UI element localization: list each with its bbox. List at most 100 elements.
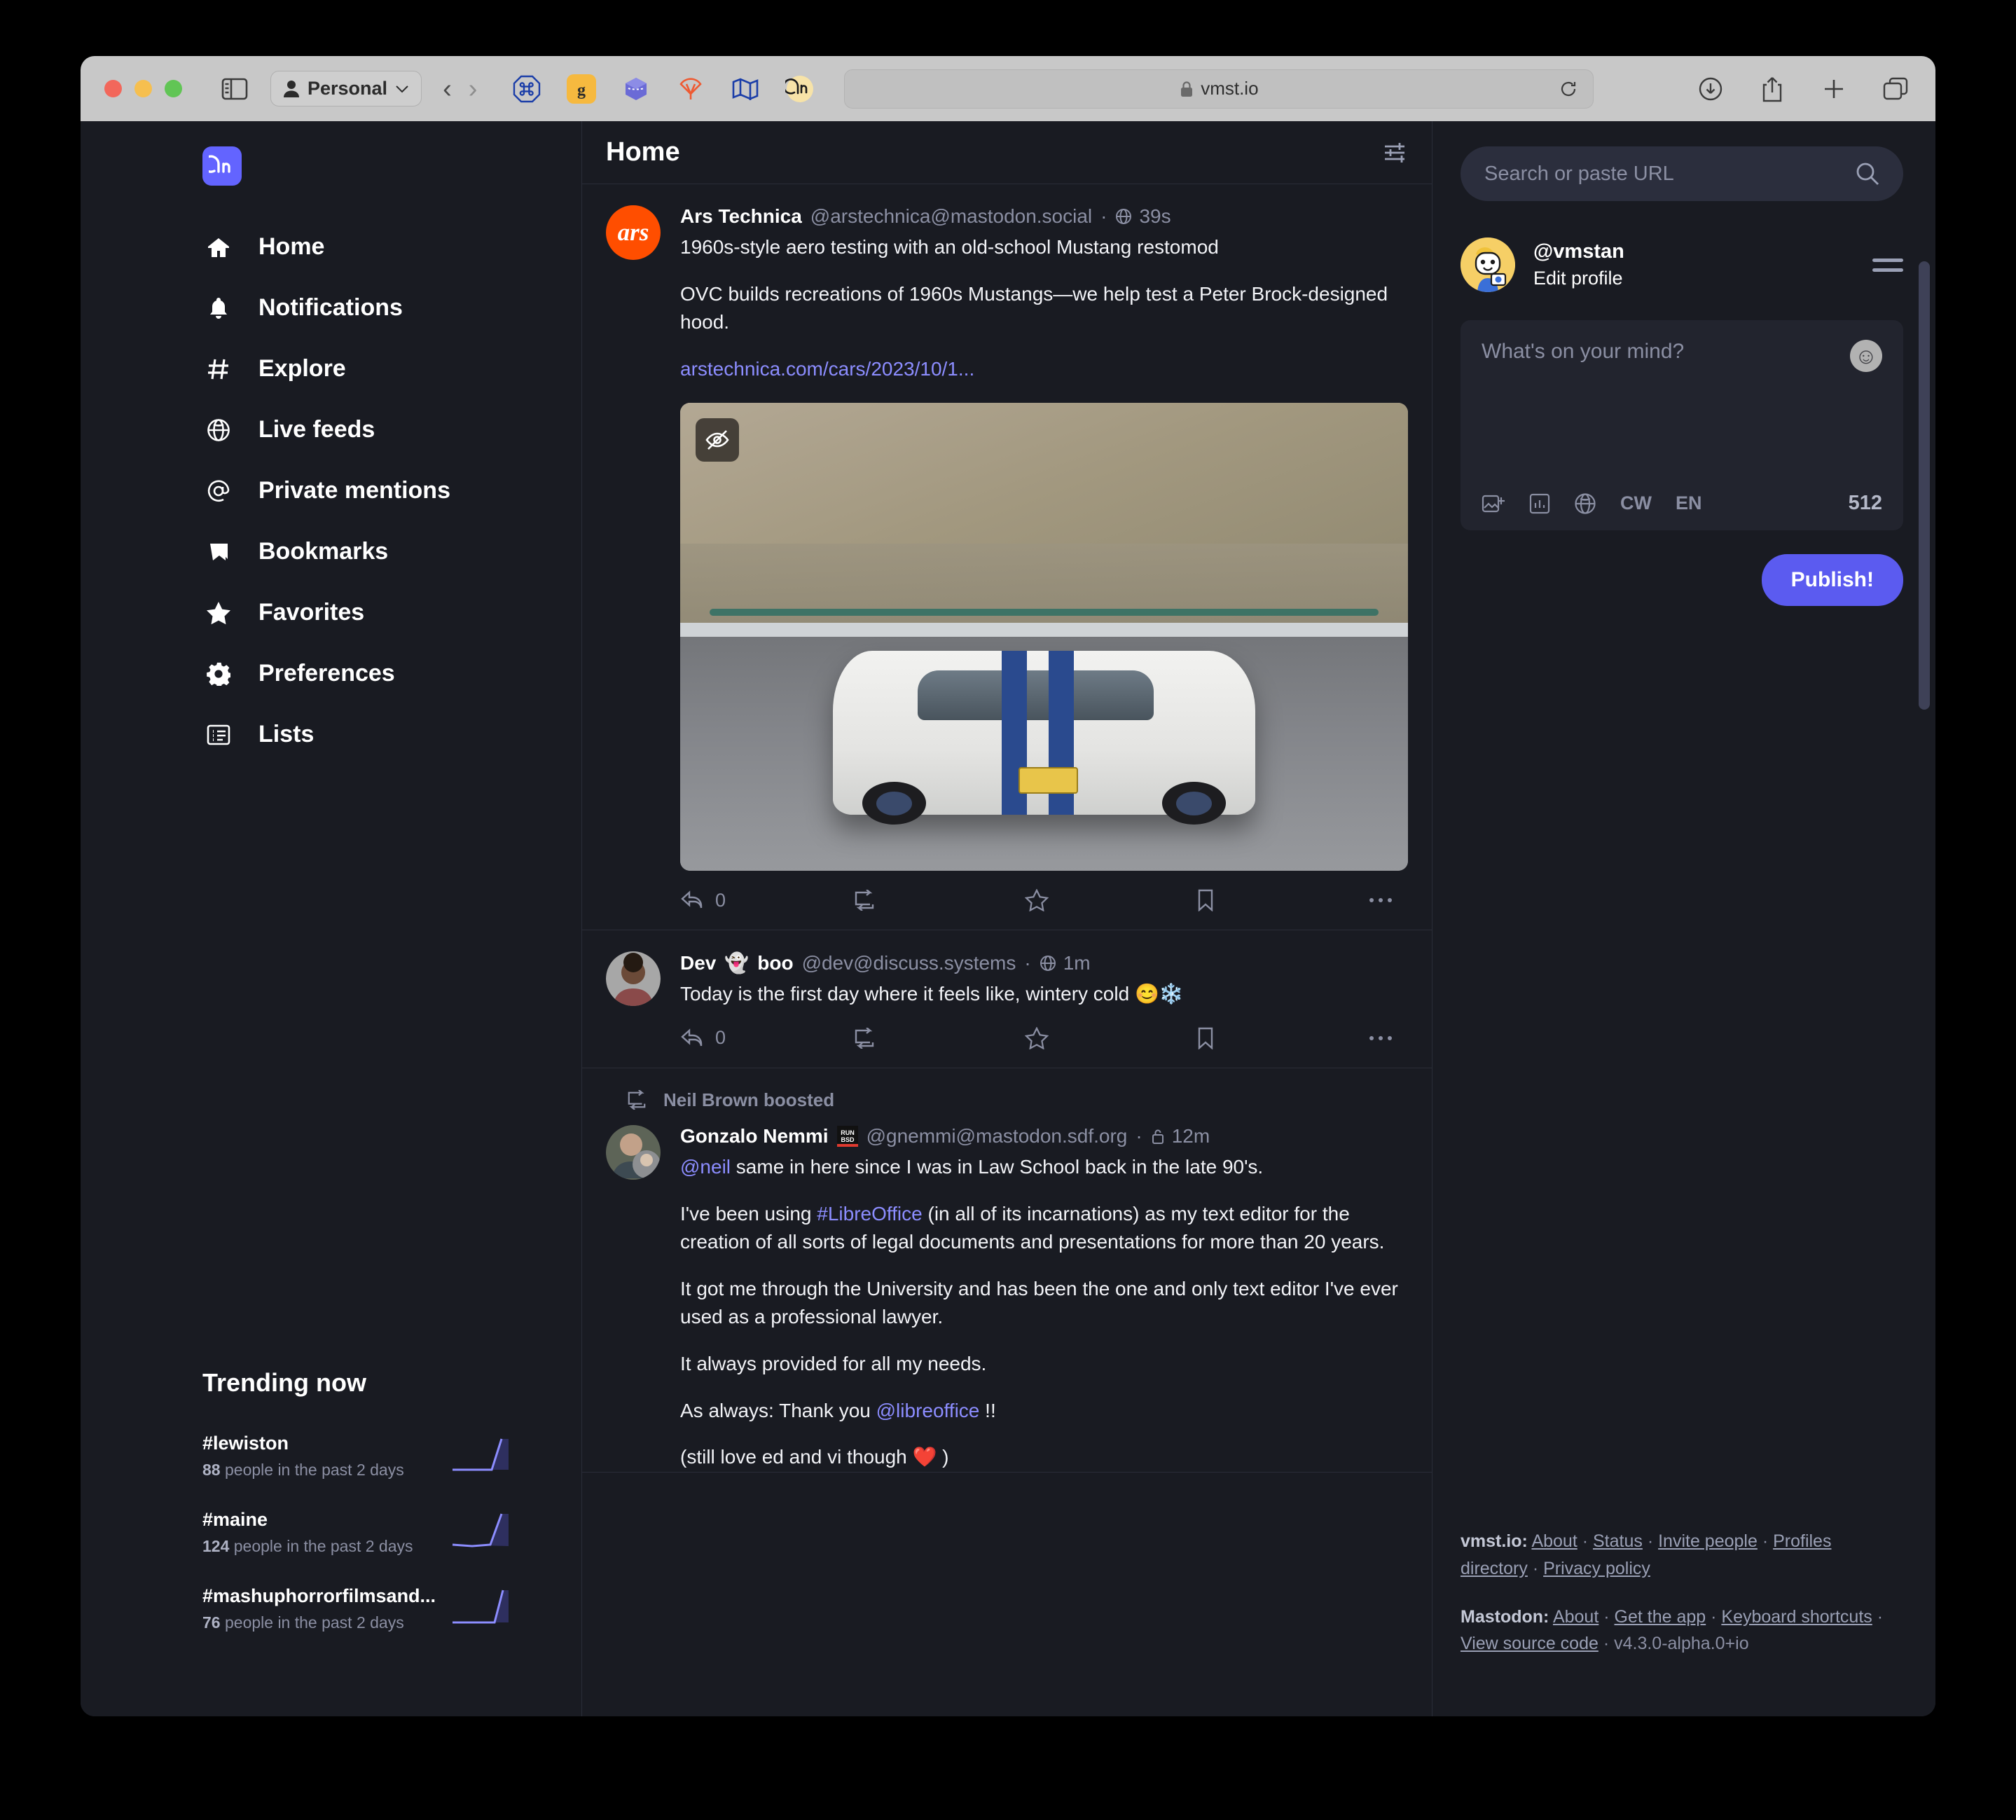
new-tab-icon[interactable] <box>1818 73 1850 105</box>
bookmark-button[interactable] <box>1196 889 1369 912</box>
post-link[interactable]: arstechnica.com/cars/2023/10/1... <box>680 358 974 380</box>
sidebar-toggle-icon[interactable] <box>219 73 251 105</box>
smiley-icon[interactable]: ☺ <box>1850 340 1882 372</box>
trending-desc: people in the past 2 days <box>233 1537 413 1555</box>
sidebar-item-home[interactable]: Home <box>81 216 581 277</box>
eye-off-icon[interactable] <box>696 418 739 462</box>
globe-icon[interactable] <box>1574 492 1596 515</box>
trending-count: 124 <box>202 1537 230 1555</box>
sidebar-footer: vmst.io: About · Status · Invite people … <box>1461 1528 1903 1657</box>
mastodon-logo-icon[interactable] <box>202 146 242 186</box>
footer-link-keyboard-shortcuts[interactable]: Keyboard shortcuts <box>1721 1607 1872 1627</box>
trending-item[interactable]: #maine 124 people in the past 2 days <box>202 1509 511 1556</box>
map-icon[interactable] <box>729 73 761 105</box>
avatar[interactable] <box>1461 237 1515 292</box>
maximize-window-button[interactable] <box>165 80 182 97</box>
boost-notice: Neil Brown boosted <box>606 1089 1408 1111</box>
post-action-bar: 0 <box>680 1009 1408 1068</box>
footer-link-view-source-code[interactable]: View source code <box>1461 1634 1599 1653</box>
wiper-icon[interactable] <box>675 73 707 105</box>
footer-link-status[interactable]: Status <box>1593 1531 1643 1551</box>
bookmark-button[interactable] <box>1196 1027 1369 1049</box>
trending-item[interactable]: #mashuphorrorfilmsand... 76 people in th… <box>202 1585 511 1632</box>
minimize-window-button[interactable] <box>134 80 152 97</box>
hamburger-icon[interactable] <box>1872 258 1903 272</box>
back-button[interactable]: ‹ <box>443 76 452 102</box>
browser-right-actions <box>1694 73 1912 105</box>
boost-button[interactable] <box>852 890 1025 911</box>
sidebar-item-preferences[interactable]: Preferences <box>81 643 581 704</box>
sidebar-item-private-mentions[interactable]: Private mentions <box>81 460 581 521</box>
poll-icon[interactable] <box>1529 493 1550 514</box>
ghostery-icon[interactable]: g <box>565 73 598 105</box>
home-icon <box>205 234 232 261</box>
sidebar-item-label: Preferences <box>258 660 395 687</box>
boost-button[interactable] <box>852 1027 1025 1049</box>
language-button[interactable]: EN <box>1676 492 1702 514</box>
reply-button[interactable]: 0 <box>680 890 852 911</box>
sidebar-item-notifications[interactable]: Notifications <box>81 277 581 338</box>
publish-button[interactable]: Publish! <box>1761 554 1903 606</box>
post-body-emoji: 😊❄️ <box>1134 983 1184 1005</box>
post-media-image[interactable] <box>680 403 1408 871</box>
page-scrollbar[interactable] <box>1919 261 1930 710</box>
timeline-post[interactable]: Neil Brown boosted Gonzalo Nemmi RUN BSD … <box>582 1068 1432 1473</box>
browser-window: Personal ‹ › g vmst.io Home Notification… <box>81 56 1935 1716</box>
footer-link-invite-people[interactable]: Invite people <box>1658 1531 1758 1551</box>
avatar[interactable] <box>606 1124 661 1180</box>
avatar[interactable] <box>606 951 661 1007</box>
boost-icon <box>628 1090 646 1110</box>
browser-toolbar: Personal ‹ › g vmst.io <box>81 56 1935 121</box>
footer-link-privacy-policy[interactable]: Privacy policy <box>1543 1559 1650 1578</box>
timeline-post[interactable]: ars Ars Technica @arstechnica@mastodon.s… <box>582 184 1432 931</box>
close-window-button[interactable] <box>104 80 122 97</box>
trending-tag: #lewiston <box>202 1433 289 1454</box>
footer-link-get-the-app[interactable]: Get the app <box>1615 1607 1706 1627</box>
sidebar-item-favorites[interactable]: Favorites <box>81 582 581 643</box>
address-bar[interactable]: vmst.io <box>844 69 1594 109</box>
more-button[interactable] <box>1369 1035 1408 1042</box>
downloads-icon[interactable] <box>1694 73 1727 105</box>
favorite-button[interactable] <box>1024 889 1197 912</box>
hashtag-link[interactable]: #LibreOffice <box>817 1203 922 1225</box>
edit-profile-link[interactable]: Edit profile <box>1533 268 1854 289</box>
content-warning-button[interactable]: CW <box>1620 492 1652 514</box>
tab-overview-icon[interactable] <box>1879 73 1912 105</box>
forward-button[interactable]: › <box>469 76 478 102</box>
sidebar-item-bookmarks[interactable]: Bookmarks <box>81 521 581 582</box>
cube-icon[interactable] <box>620 73 652 105</box>
sidebar-item-label: Private mentions <box>258 477 450 504</box>
mention-link[interactable]: @libreoffice <box>876 1400 980 1421</box>
compose-placeholder: What's on your mind? <box>1482 340 1685 363</box>
sidebar-item-lists[interactable]: Lists <box>81 704 581 765</box>
post-title-line: 1960s-style aero testing with an old-sch… <box>680 236 1219 258</box>
footer-link-about[interactable]: About <box>1531 1531 1577 1551</box>
reload-icon[interactable] <box>1559 80 1577 98</box>
sidebar-item-label: Notifications <box>258 294 403 321</box>
compose-textarea[interactable]: What's on your mind? ☺ CW EN 512 <box>1461 320 1903 530</box>
bookmark-icon <box>205 539 232 565</box>
sliders-icon[interactable] <box>1381 139 1408 166</box>
search-input[interactable]: Search or paste URL <box>1461 146 1903 201</box>
avatar[interactable]: ars <box>606 205 661 260</box>
sidebar-item-live-feeds[interactable]: Live feeds <box>81 399 581 460</box>
timeline-post[interactable]: Dev 👻 boo @dev@discuss.systems · 1m Toda <box>582 930 1432 1068</box>
trending-sparkline <box>453 1438 509 1470</box>
post-header: Dev 👻 boo @dev@discuss.systems · 1m <box>680 951 1408 974</box>
command-octagon-icon[interactable] <box>511 73 543 105</box>
favorite-button[interactable] <box>1024 1026 1197 1049</box>
post-time-text: 12m <box>1171 1124 1210 1147</box>
more-button[interactable] <box>1369 897 1408 904</box>
footer-link-mastodon-about[interactable]: About <box>1553 1607 1599 1627</box>
image-icon[interactable] <box>1482 493 1505 514</box>
mastodon-icon[interactable] <box>784 73 816 105</box>
mention-link[interactable]: @neil <box>680 1156 731 1178</box>
search-icon[interactable] <box>1856 162 1879 186</box>
sidebar-item-explore[interactable]: Explore <box>81 338 581 399</box>
share-icon[interactable] <box>1756 73 1788 105</box>
reply-button[interactable]: 0 <box>680 1027 852 1049</box>
profile-selector[interactable]: Personal <box>270 71 422 106</box>
boosted-by-label: Neil Brown boosted <box>663 1089 835 1110</box>
column-header: Home <box>582 121 1432 184</box>
trending-item[interactable]: #lewiston 88 people in the past 2 days <box>202 1433 511 1480</box>
